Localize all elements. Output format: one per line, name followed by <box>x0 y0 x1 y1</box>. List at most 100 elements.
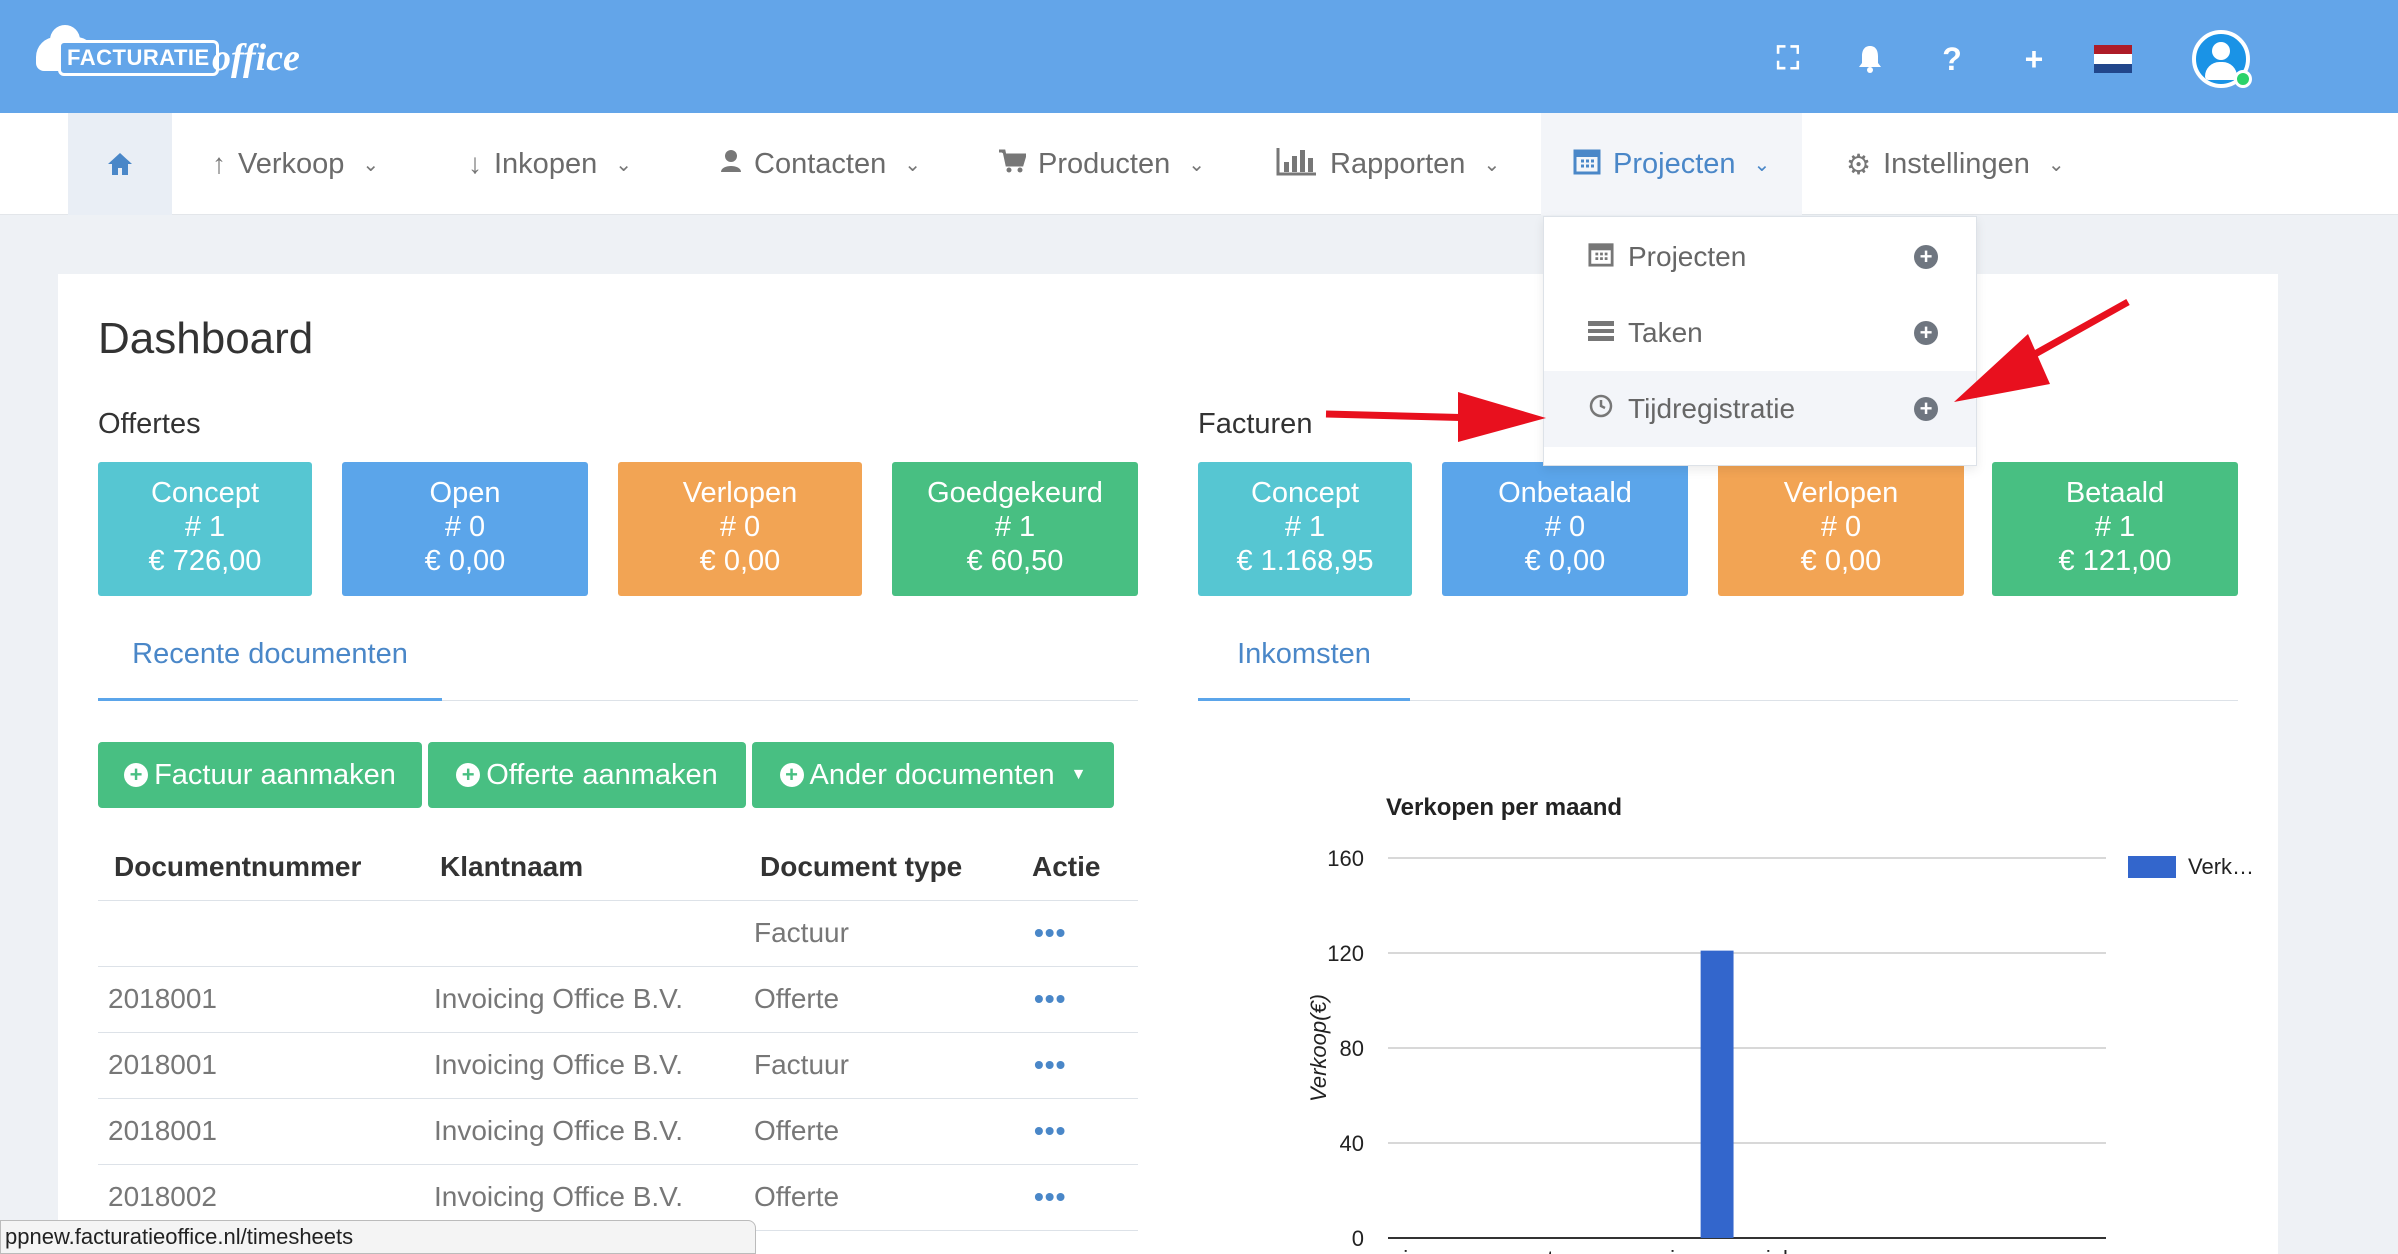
tile-amount: € 60,50 <box>966 545 1064 577</box>
dropdown-label: Taken <box>1628 317 1703 348</box>
dropdown-item-tijdregistratie[interactable]: Tijdregistratie + <box>1544 371 1976 447</box>
flag-stripe-blue <box>2094 63 2132 73</box>
browser-status-url: ppnew.facturatieoffice.nl/timesheets <box>0 1220 756 1254</box>
tile-name: Onbetaald <box>1498 477 1632 509</box>
tile-factuur-verlopen[interactable]: Verlopen # 0 € 0,00 <box>1718 462 1964 596</box>
dropdown-item-taken[interactable]: Taken + <box>1544 295 1976 371</box>
chevron-down-icon: ⌄ <box>904 153 921 176</box>
nav-item-verkoop[interactable]: ↑ Verkoop ⌄ <box>212 113 379 215</box>
tile-amount: € 0,00 <box>1524 545 1606 577</box>
table-row[interactable]: 2018001 Invoicing Office B.V. Offerte ••… <box>98 966 1138 1033</box>
facturatie-office-logo[interactable]: FACTURATIE office <box>36 24 300 84</box>
top-bar: FACTURATIE office ⛶ ? + <box>0 0 2398 113</box>
bell-icon[interactable] <box>1842 35 1898 83</box>
dropdown-item-projecten[interactable]: Projecten + <box>1544 219 1976 295</box>
tile-count: # 0 <box>719 511 761 543</box>
arrow-down-icon: ↓ <box>468 148 482 179</box>
column-header[interactable]: Document type <box>744 834 1016 901</box>
tile-offerte-verlopen[interactable]: Verlopen # 0 € 0,00 <box>618 462 862 596</box>
tile-count: # 1 <box>994 511 1036 543</box>
tile-name: Verlopen <box>1783 477 1899 509</box>
calendar-icon <box>1573 147 1601 182</box>
tile-offerte-concept[interactable]: Concept # 1 € 726,00 <box>98 462 312 596</box>
factuur-aanmaken-button[interactable]: + Factuur aanmaken <box>98 742 422 808</box>
nav-item-producten[interactable]: Producten ⌄ <box>998 113 1205 215</box>
help-icon[interactable]: ? <box>1924 35 1980 83</box>
chevron-down-icon: ⌄ <box>362 153 380 176</box>
nav-label: Projecten <box>1613 147 1736 180</box>
tile-offerte-open[interactable]: Open # 0 € 0,00 <box>342 462 588 596</box>
sales-per-month-chart: 0 40 80 120 160 Verkoop(€) jan mrt mei jul sep nov V… <box>1306 846 2254 1254</box>
x-tick-label: jan <box>1402 1246 1432 1254</box>
nav-item-inkopen[interactable]: ↓ Inkopen ⌄ <box>468 113 632 215</box>
more-actions-icon[interactable]: ••• <box>1016 1164 1138 1231</box>
more-actions-icon[interactable]: ••• <box>1016 966 1138 1033</box>
tile-factuur-onbetaald[interactable]: Onbetaald # 0 € 0,00 <box>1442 462 1688 596</box>
tab-inkomsten[interactable]: Inkomsten <box>1198 638 1410 671</box>
user-icon <box>720 148 742 180</box>
more-actions-icon[interactable]: ••• <box>1016 900 1138 967</box>
y-tick-label: 80 <box>1340 1036 1364 1061</box>
tile-name: Betaald <box>2065 477 2165 509</box>
table-row[interactable]: Factuur ••• <box>98 900 1138 967</box>
tile-amount: € 121,00 <box>2058 545 2172 577</box>
column-header[interactable]: Documentnummer <box>98 834 424 901</box>
chevron-down-icon: ⌄ <box>2047 153 2065 176</box>
tab-active-underline <box>98 698 442 701</box>
logo-box-text: FACTURATIE <box>58 40 219 76</box>
x-tick-label: mrt <box>1522 1246 1554 1254</box>
chevron-down-icon: ⌄ <box>1188 153 1205 176</box>
add-project-icon[interactable]: + <box>1914 245 1938 269</box>
y-tick-label: 160 <box>1327 846 1364 871</box>
tile-amount: € 0,00 <box>699 545 781 577</box>
add-task-icon[interactable]: + <box>1914 321 1938 345</box>
more-actions-icon[interactable]: ••• <box>1016 1098 1138 1165</box>
client-name: Invoicing Office B.V. <box>424 1032 744 1099</box>
more-actions-icon[interactable]: ••• <box>1016 1032 1138 1099</box>
tile-count: # 0 <box>1820 511 1862 543</box>
gear-icon: ⚙ <box>1846 148 1872 180</box>
nav-item-instellingen[interactable]: ⚙ Instellingen ⌄ <box>1846 113 2065 215</box>
chevron-down-icon: ⌄ <box>1483 153 1501 176</box>
tile-factuur-concept[interactable]: Concept # 1 € 1.168,95 <box>1198 462 1412 596</box>
y-axis-label: Verkoop(€) <box>1306 994 1331 1102</box>
plus-circle-icon: + <box>456 763 481 787</box>
flag-stripe-red <box>2094 45 2132 55</box>
tile-count: # 0 <box>1544 511 1586 543</box>
chart-title: Verkopen per maand <box>1386 794 1623 821</box>
plus-icon[interactable]: + <box>2006 35 2062 83</box>
recent-documents-table: Documentnummer Klantnaam Document type A… <box>98 834 1138 1231</box>
document-type: Factuur <box>744 1032 1016 1099</box>
fullscreen-icon[interactable]: ⛶ <box>1760 35 1816 83</box>
document-number: 2018001 <box>98 1032 424 1099</box>
chevron-down-icon: ⌄ <box>1753 153 1771 176</box>
add-time-entry-icon[interactable]: + <box>1914 397 1938 421</box>
offerte-aanmaken-button[interactable]: + Offerte aanmaken <box>428 742 746 808</box>
nav-label: Rapporten <box>1330 147 1466 180</box>
tile-name: Concept <box>1250 477 1359 509</box>
user-avatar[interactable] <box>2192 30 2252 88</box>
nav-item-rapporten[interactable]: Rapporten ⌄ <box>1276 113 1500 215</box>
client-name <box>424 900 744 967</box>
nav-label: Inkopen <box>494 147 598 180</box>
arrow-up-icon: ↑ <box>212 148 226 179</box>
tab-active-underline <box>1198 698 1410 701</box>
button-label: Offerte aanmaken <box>486 758 718 791</box>
list-icon <box>1586 318 1616 349</box>
table-row[interactable]: 2018001 Invoicing Office B.V. Offerte ••… <box>98 1098 1138 1165</box>
chevron-down-icon: ⌄ <box>615 153 632 176</box>
nav-item-contacten[interactable]: Contacten ⌄ <box>720 113 921 215</box>
column-header[interactable]: Klantnaam <box>424 834 744 901</box>
nav-item-projecten[interactable]: Projecten ⌄ <box>1541 113 1803 215</box>
document-number: 2018001 <box>98 1098 424 1165</box>
table-row[interactable]: 2018001 Invoicing Office B.V. Factuur ••… <box>98 1032 1138 1099</box>
client-name: Invoicing Office B.V. <box>424 1098 744 1165</box>
tile-offerte-goedgekeurd[interactable]: Goedgekeurd # 1 € 60,50 <box>892 462 1138 596</box>
tile-name: Verlopen <box>682 477 798 509</box>
tab-recente-documenten[interactable]: Recente documenten <box>98 638 442 671</box>
tile-factuur-betaald[interactable]: Betaald # 1 € 121,00 <box>1992 462 2238 596</box>
ander-documenten-button[interactable]: + Ander documenten ▼ <box>752 742 1114 808</box>
clock-icon <box>1586 394 1616 425</box>
nav-home[interactable] <box>68 113 172 215</box>
dutch-flag-icon[interactable] <box>2094 45 2132 73</box>
